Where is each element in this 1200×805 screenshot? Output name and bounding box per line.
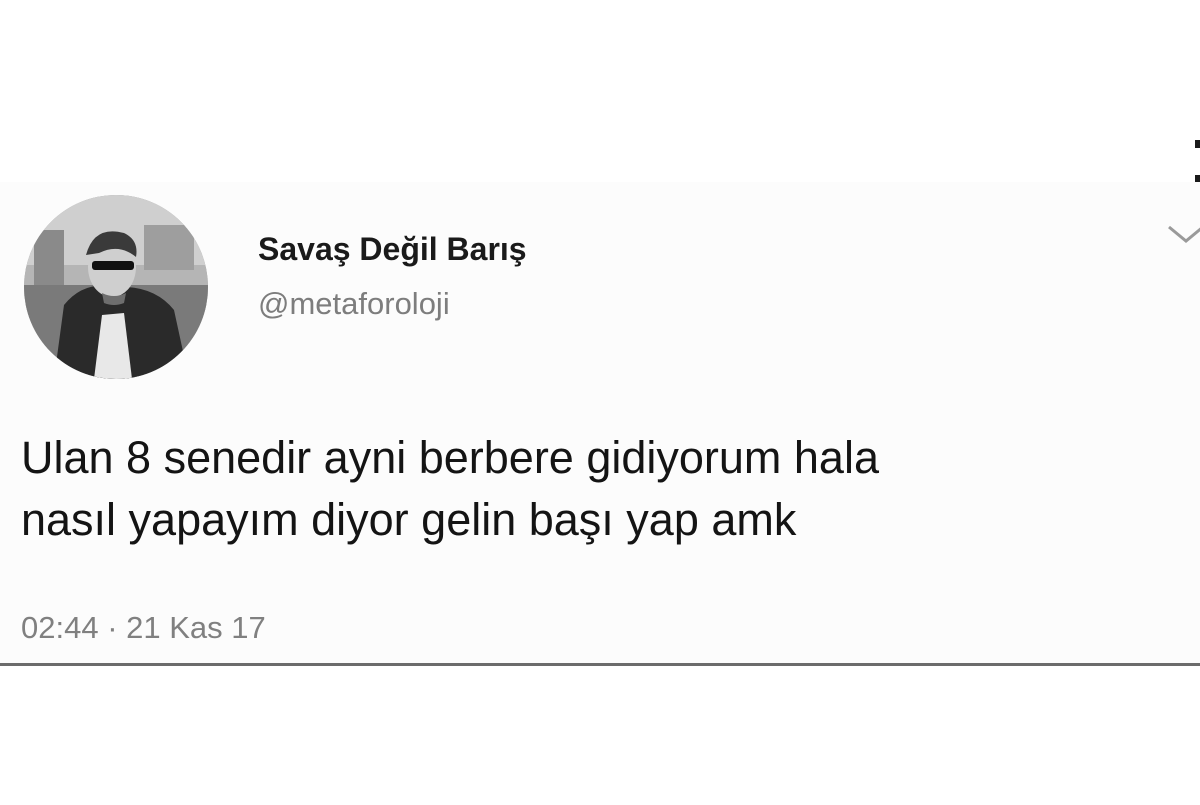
tweet-text-line-1: Ulan 8 senedir ayni berbere gidiyorum ha… bbox=[21, 432, 879, 483]
display-name[interactable]: Savaş Değil Barış bbox=[258, 231, 527, 268]
avatar[interactable] bbox=[24, 195, 208, 379]
tweet-timestamp[interactable]: 02:44 · 21 Kas 17 bbox=[21, 610, 266, 646]
tweet-time: 02:44 bbox=[21, 610, 99, 645]
chevron-down-icon[interactable] bbox=[1166, 222, 1200, 246]
tweet-text-line-2: nasıl yapayım diyor gelin başı yap amk bbox=[21, 494, 797, 545]
timestamp-separator: · bbox=[107, 610, 118, 645]
tweet-date: 21 Kas 17 bbox=[126, 610, 266, 645]
page: Savaş Değil Barış @metaforoloji Ulan 8 s… bbox=[0, 0, 1200, 805]
tweet-card[interactable]: Savaş Değil Barış @metaforoloji Ulan 8 s… bbox=[0, 182, 1200, 666]
user-handle[interactable]: @metaforoloji bbox=[258, 286, 450, 322]
avatar-photo bbox=[24, 195, 208, 379]
tweet-text: Ulan 8 senedir ayni berbere gidiyorum ha… bbox=[21, 427, 1200, 551]
edge-mark-top bbox=[1195, 140, 1200, 148]
